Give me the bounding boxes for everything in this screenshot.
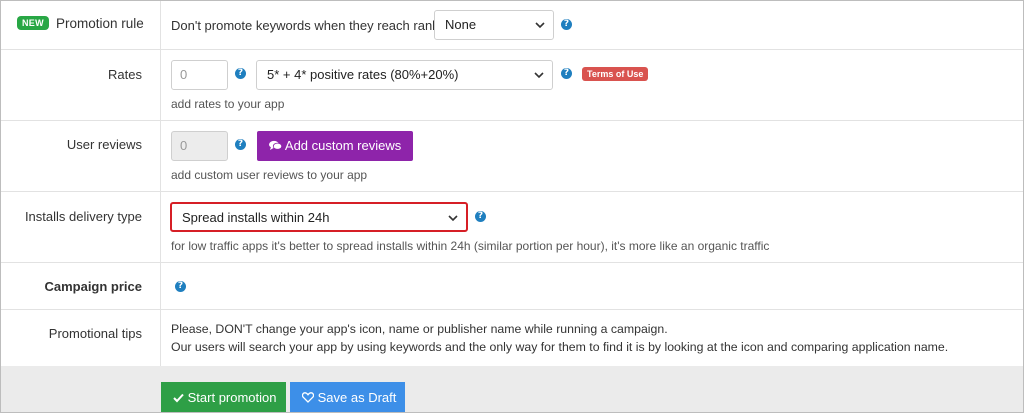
user-reviews-hint: add custom user reviews to your app	[171, 168, 368, 182]
rates-label-cell: Rates	[1, 50, 161, 120]
promotion-rule-row: NEW Promotion rule Don't promote keyword…	[1, 1, 1023, 50]
new-badge: NEW	[17, 16, 49, 30]
chevron-down-icon	[448, 215, 458, 222]
chevron-down-icon	[534, 72, 544, 79]
campaign-price-row: Campaign price ?	[1, 263, 1023, 310]
installs-delivery-select[interactable]: Spread installs within 24h	[170, 202, 468, 232]
promotional-tips-row: Promotional tips Please, DON'T change yo…	[1, 310, 1023, 366]
installs-delivery-select-value: Spread installs within 24h	[182, 210, 330, 225]
user-reviews-label: User reviews	[66, 137, 142, 152]
promotional-tips-label-cell: Promotional tips	[1, 310, 161, 366]
help-icon[interactable]: ?	[475, 211, 486, 222]
help-icon[interactable]: ?	[235, 68, 246, 79]
rank-select[interactable]: None	[434, 10, 554, 40]
form-footer: Start promotion Save as Draft	[1, 366, 1023, 412]
add-custom-reviews-button[interactable]: Add custom reviews	[257, 131, 414, 161]
help-icon[interactable]: ?	[561, 68, 572, 79]
user-reviews-input[interactable]: 0	[171, 131, 228, 161]
campaign-form: NEW Promotion rule Don't promote keyword…	[0, 0, 1024, 413]
rates-row: Rates 0 ? 5* + 4* positive rates (80%+20…	[1, 50, 1023, 121]
promotion-rule-label-cell: NEW Promotion rule	[1, 1, 161, 49]
rates-label: Rates	[108, 67, 142, 82]
user-reviews-input-value: 0	[180, 138, 188, 153]
promotion-rule-label: Promotion rule	[56, 16, 144, 31]
installs-delivery-hint: for low traffic apps it's better to spre…	[171, 239, 770, 253]
promotional-tips-line-2: Our users will search your app by using …	[171, 340, 949, 354]
check-icon	[173, 393, 184, 403]
start-promotion-label: Start promotion	[187, 390, 277, 405]
save-as-draft-label: Save as Draft	[317, 390, 397, 405]
promotion-rule-description: Don't promote keywords when they reach r…	[171, 18, 443, 33]
installs-delivery-row: Installs delivery type Spread installs w…	[1, 192, 1023, 263]
help-icon[interactable]: ?	[175, 281, 186, 292]
campaign-price-label-cell: Campaign price	[1, 263, 161, 309]
help-icon[interactable]: ?	[235, 139, 246, 150]
heart-icon	[301, 392, 315, 403]
save-as-draft-button[interactable]: Save as Draft	[290, 382, 405, 412]
rates-input-value: 0	[180, 67, 188, 82]
rates-hint: add rates to your app	[171, 97, 285, 111]
add-custom-reviews-label: Add custom reviews	[284, 138, 402, 153]
user-reviews-label-cell: User reviews	[1, 121, 161, 191]
comments-icon	[269, 140, 283, 150]
promotional-tips-line-1: Please, DON'T change your app's icon, na…	[171, 322, 668, 336]
chevron-down-icon	[535, 22, 545, 29]
start-promotion-button[interactable]: Start promotion	[161, 382, 286, 412]
rates-select-value: 5* + 4* positive rates (80%+20%)	[267, 67, 459, 82]
terms-of-use-badge[interactable]: Terms of Use	[582, 67, 649, 81]
rates-input[interactable]: 0	[171, 60, 228, 90]
help-icon[interactable]: ?	[561, 19, 572, 30]
promotional-tips-label: Promotional tips	[48, 326, 142, 341]
rank-select-value: None	[445, 17, 477, 32]
installs-delivery-label: Installs delivery type	[24, 209, 142, 224]
installs-delivery-label-cell: Installs delivery type	[1, 192, 161, 262]
campaign-price-label: Campaign price	[44, 279, 142, 294]
user-reviews-row: User reviews 0 ? Add custom reviews add …	[1, 121, 1023, 192]
rates-select[interactable]: 5* + 4* positive rates (80%+20%)	[256, 60, 553, 90]
